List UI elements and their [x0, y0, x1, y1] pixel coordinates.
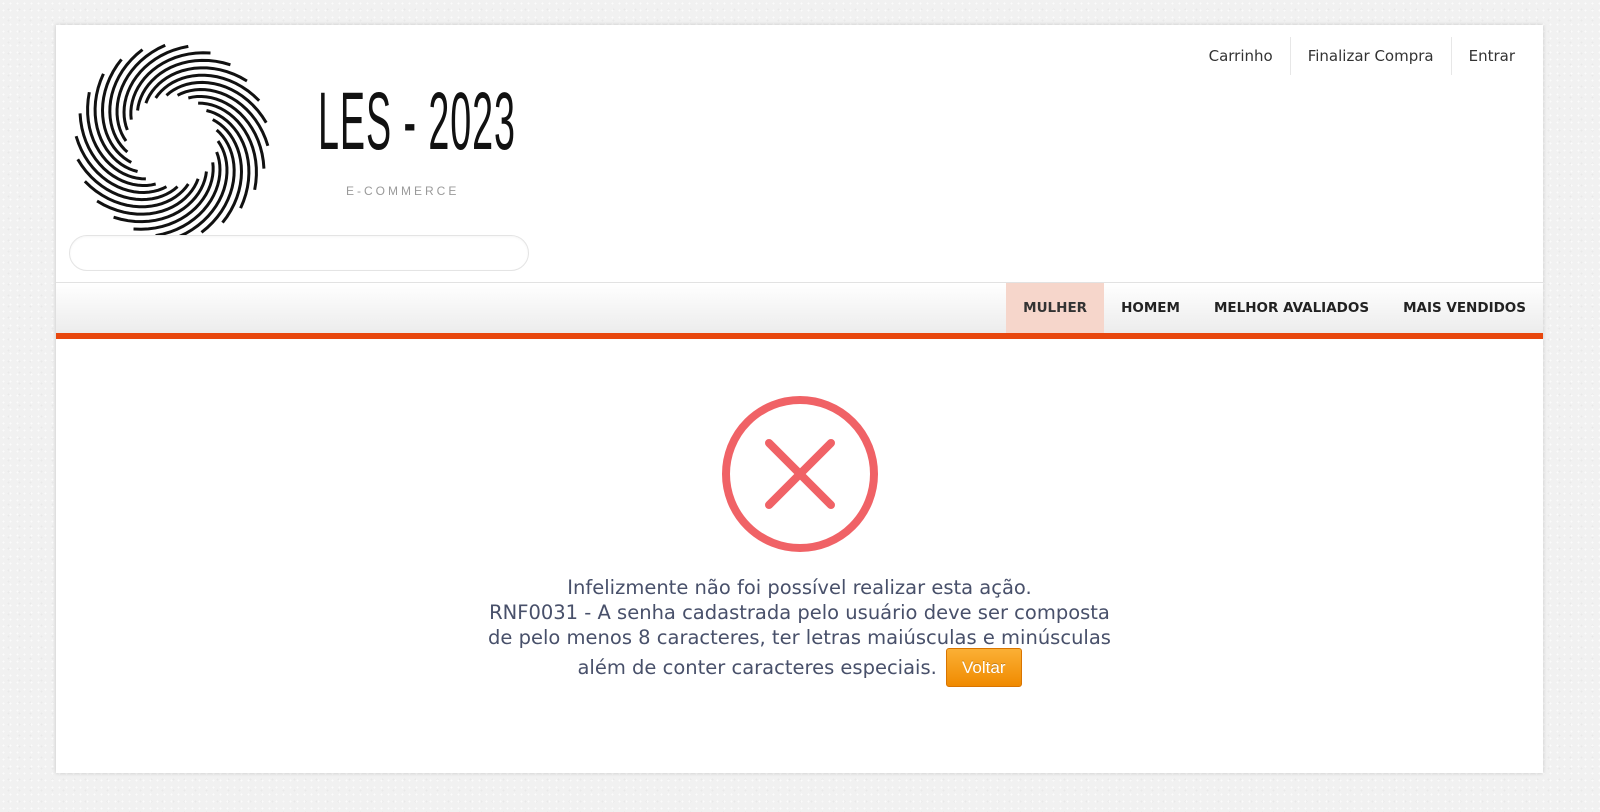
top-links: Carrinho Finalizar Compra Entrar [1192, 37, 1527, 75]
nav-item-mulher[interactable]: MULHER [1006, 283, 1105, 333]
search-input[interactable] [69, 235, 529, 271]
error-text: Infelizmente não foi possível realizar e… [56, 575, 1543, 687]
cart-link[interactable]: Carrinho [1192, 37, 1290, 75]
nav-item-homem[interactable]: HOMEM [1104, 283, 1197, 333]
error-line-1: Infelizmente não foi possível realizar e… [567, 576, 1032, 599]
error-line-4-text: além de conter caracteres especiais. [577, 656, 937, 679]
error-message: Infelizmente não foi possível realizar e… [56, 393, 1543, 687]
spiral-logo-icon [74, 43, 270, 239]
page-container: LES - 2023 E-COMMERCE Carrinho Finalizar… [56, 25, 1543, 773]
main-nav: MULHER HOMEM MELHOR AVALIADOS MAIS VENDI… [56, 282, 1543, 339]
error-line-3: de pelo menos 8 caracteres, ter letras m… [488, 626, 1111, 649]
back-button[interactable]: Voltar [946, 648, 1022, 687]
error-line-4: além de conter caracteres especiais. Vol… [56, 648, 1543, 687]
brand-subtitle: E-COMMERCE [346, 184, 460, 198]
login-link[interactable]: Entrar [1450, 37, 1527, 75]
checkout-link[interactable]: Finalizar Compra [1289, 37, 1451, 75]
error-x-circle-icon [721, 396, 878, 552]
error-line-2: RNF0031 - A senha cadastrada pelo usuári… [489, 601, 1110, 624]
nav-item-mais-vendidos[interactable]: MAIS VENDIDOS [1386, 283, 1543, 333]
nav-item-melhor-avaliados[interactable]: MELHOR AVALIADOS [1197, 283, 1386, 333]
brand-title: LES - 2023 [318, 76, 516, 167]
